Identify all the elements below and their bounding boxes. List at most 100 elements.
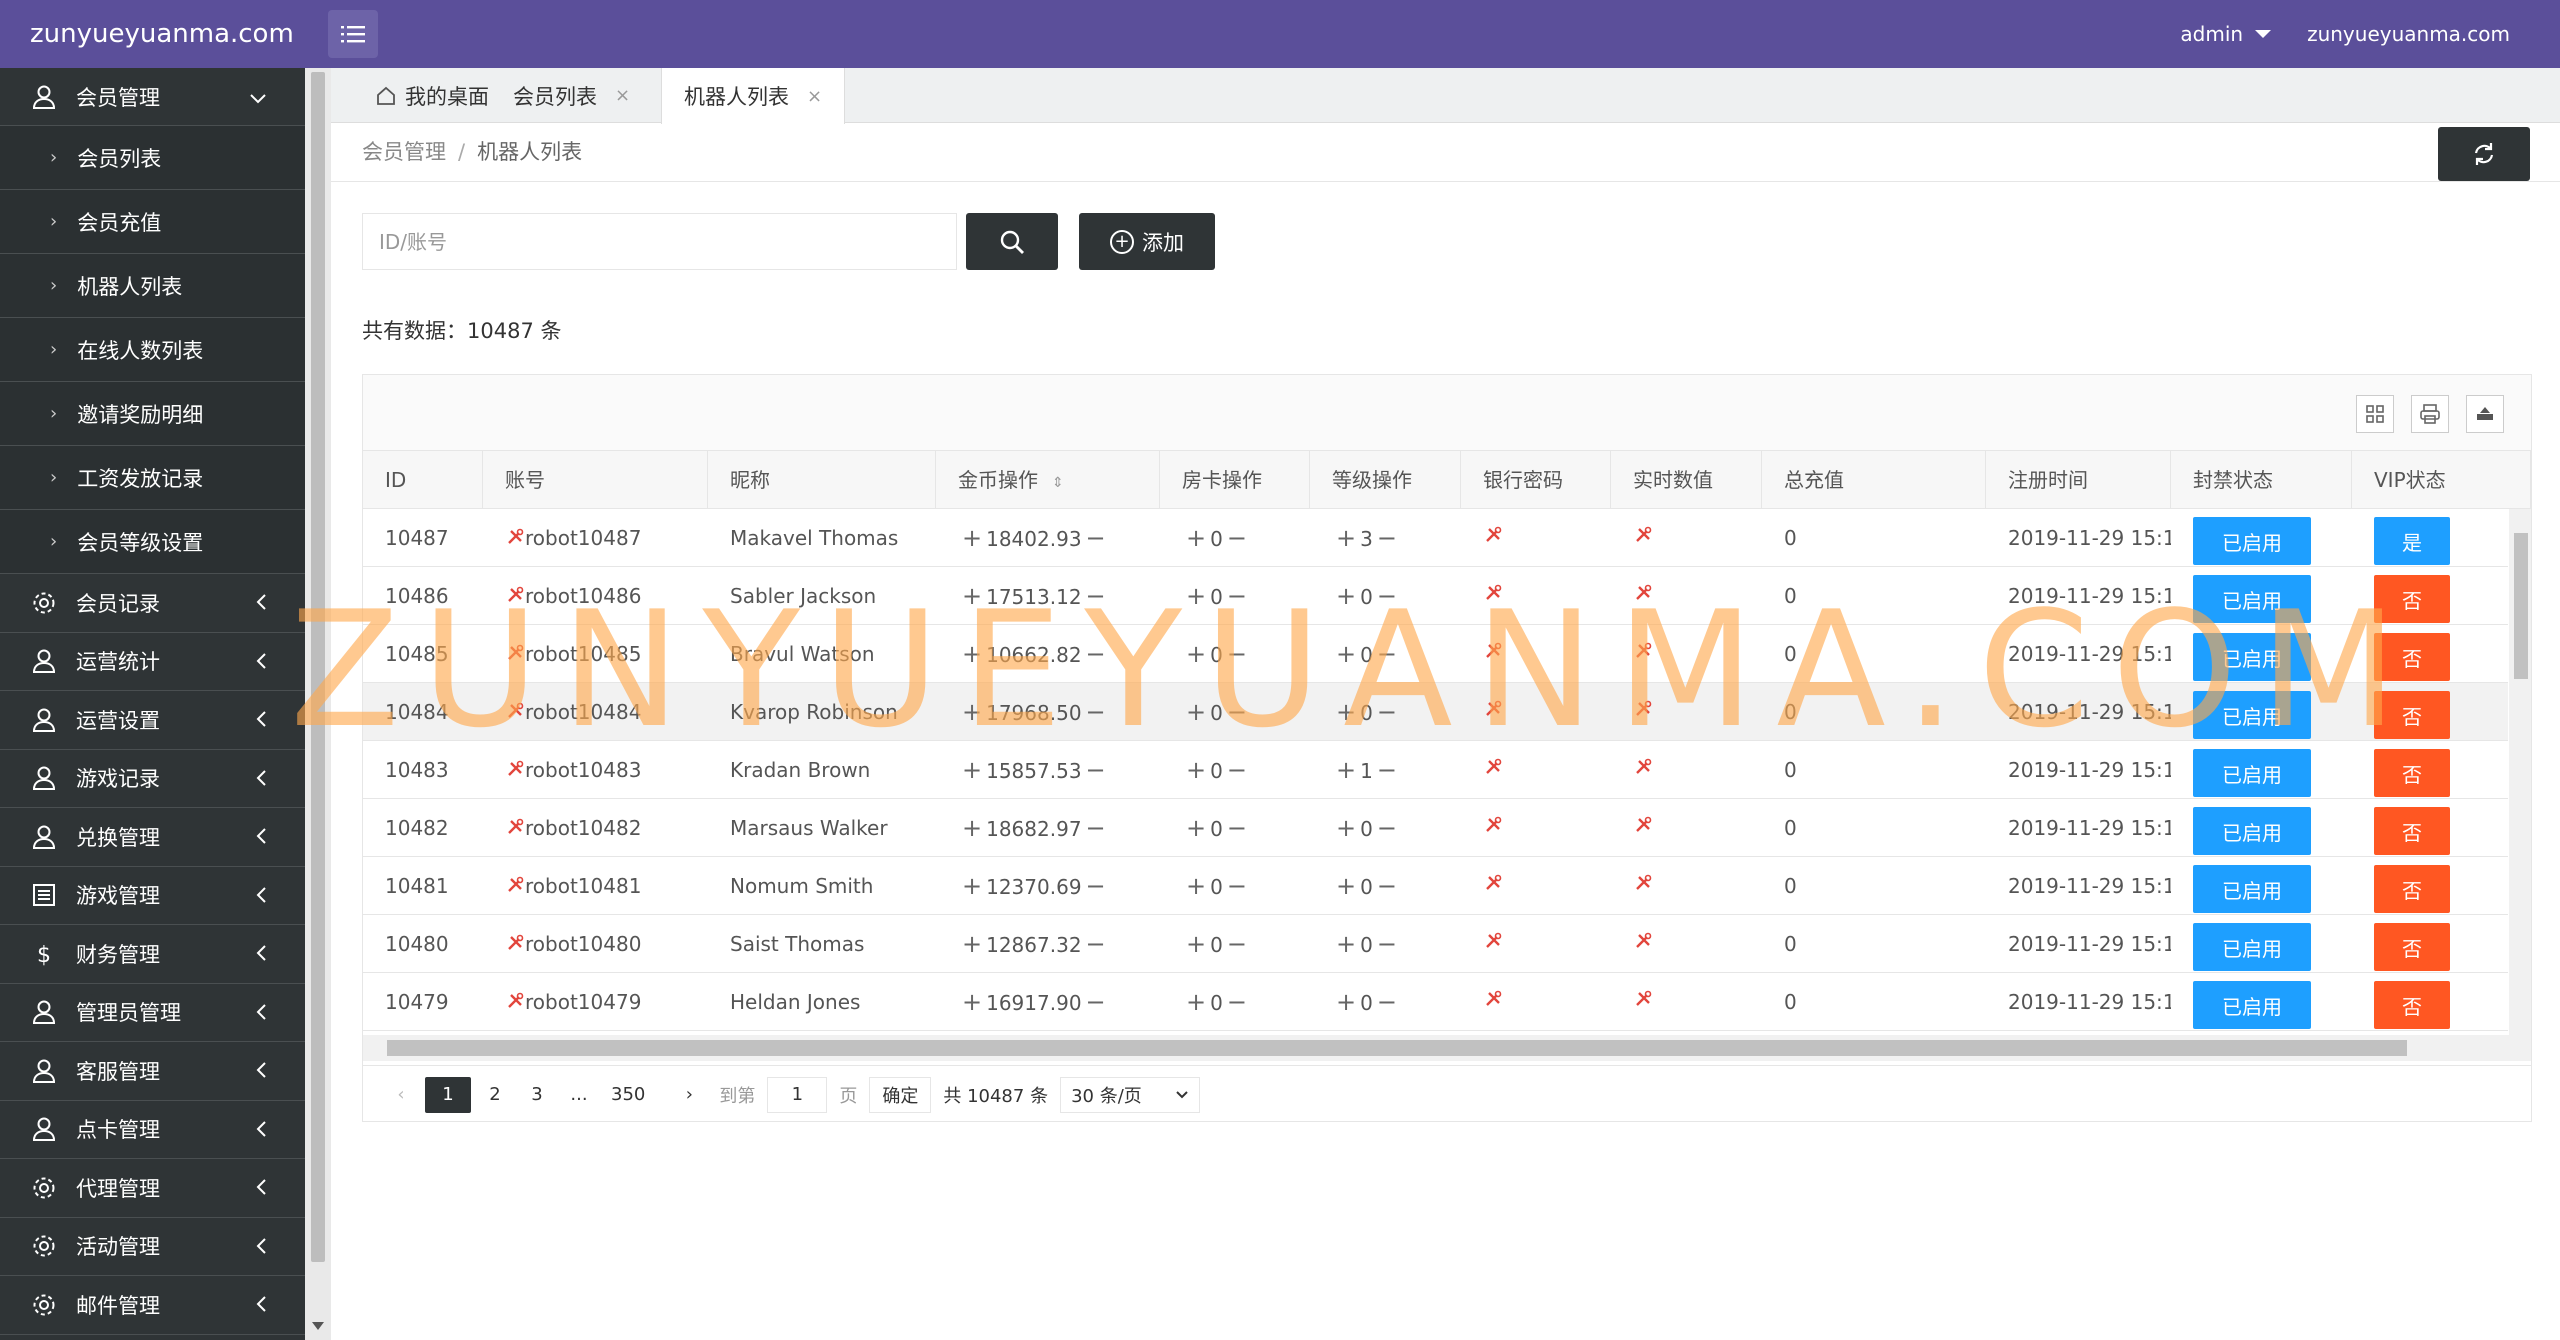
wrench-icon[interactable] <box>1633 526 1653 550</box>
wrench-icon[interactable] <box>1633 874 1653 898</box>
wrench-icon[interactable] <box>505 876 525 900</box>
sidebar-subitem[interactable]: › 工资发放记录 <box>0 446 305 510</box>
tab-robot-list[interactable]: 机器人列表 × <box>661 68 846 124</box>
wrench-icon[interactable] <box>505 760 525 784</box>
wrench-icon[interactable] <box>505 644 525 668</box>
plus-icon[interactable]: + <box>962 524 982 552</box>
plus-icon[interactable]: + <box>962 640 982 668</box>
wrench-icon[interactable] <box>1483 584 1503 608</box>
sidebar-group-member[interactable]: 会员管理 <box>0 68 305 126</box>
wrench-icon[interactable] <box>1483 932 1503 956</box>
vip-status-button[interactable]: 否 <box>2374 923 2450 971</box>
export-button[interactable] <box>2466 395 2504 433</box>
plus-icon[interactable]: + <box>1186 640 1206 668</box>
minus-icon[interactable]: − <box>1227 698 1247 726</box>
sidebar-group[interactable]: 管理员管理 <box>0 984 305 1042</box>
scroll-down-arrow-icon[interactable] <box>312 1322 324 1330</box>
plus-icon[interactable]: + <box>962 930 982 958</box>
page-3[interactable]: 3 <box>519 1077 555 1113</box>
wrench-icon[interactable] <box>1483 642 1503 666</box>
breadcrumb-parent[interactable]: 会员管理 <box>362 140 446 164</box>
plus-icon[interactable]: + <box>1186 756 1206 784</box>
ban-status-button[interactable]: 已启用 <box>2193 923 2311 971</box>
vip-status-button[interactable]: 是 <box>2374 517 2450 565</box>
plus-icon[interactable]: + <box>962 582 982 610</box>
wrench-icon[interactable] <box>1483 700 1503 724</box>
vip-status-button[interactable]: 否 <box>2374 633 2450 681</box>
per-page-select[interactable]: 30 条/页 <box>1060 1076 1201 1113</box>
minus-icon[interactable]: − <box>1377 930 1397 958</box>
plus-icon[interactable]: + <box>1336 814 1356 842</box>
ban-status-button[interactable]: 已启用 <box>2193 691 2311 739</box>
sidebar-group[interactable]: 会员记录 <box>0 574 305 633</box>
minus-icon[interactable]: − <box>1086 582 1106 610</box>
vip-status-button[interactable]: 否 <box>2374 981 2450 1029</box>
wrench-icon[interactable] <box>1633 584 1653 608</box>
refresh-button[interactable] <box>2438 127 2530 181</box>
wrench-icon[interactable] <box>1633 816 1653 840</box>
sidebar-subitem[interactable]: › 会员等级设置 <box>0 510 305 574</box>
minus-icon[interactable]: − <box>1227 988 1247 1016</box>
sidebar-group[interactable]: 点卡管理 <box>0 1101 305 1159</box>
sidebar-group[interactable]: 客服管理 <box>0 1042 305 1101</box>
plus-icon[interactable]: + <box>1336 988 1356 1016</box>
vip-status-button[interactable]: 否 <box>2374 865 2450 913</box>
sidebar-subitem[interactable]: › 会员充值 <box>0 190 305 254</box>
ban-status-button[interactable]: 已启用 <box>2193 981 2311 1029</box>
vip-status-button[interactable]: 否 <box>2374 749 2450 797</box>
site-link[interactable]: zunyueyuanma.com <box>2307 22 2510 46</box>
sidebar-group[interactable]: 游戏管理 <box>0 867 305 925</box>
minus-icon[interactable]: − <box>1086 756 1106 784</box>
plus-icon[interactable]: + <box>962 814 982 842</box>
page-confirm-button[interactable]: 确定 <box>869 1076 932 1113</box>
minus-icon[interactable]: − <box>1086 814 1106 842</box>
sidebar-group[interactable]: 运营统计 <box>0 633 305 691</box>
wrench-icon[interactable] <box>1483 816 1503 840</box>
menu-toggle-button[interactable] <box>328 10 378 58</box>
plus-icon[interactable]: + <box>1336 524 1356 552</box>
sidebar-group[interactable]: $ 财务管理 <box>0 925 305 984</box>
wrench-icon[interactable] <box>505 702 525 726</box>
minus-icon[interactable]: − <box>1227 524 1247 552</box>
minus-icon[interactable]: − <box>1377 524 1397 552</box>
columns-filter-button[interactable] <box>2356 395 2394 433</box>
add-button[interactable]: + 添加 <box>1079 213 1215 270</box>
wrench-icon[interactable] <box>1633 990 1653 1014</box>
minus-icon[interactable]: − <box>1377 756 1397 784</box>
print-button[interactable] <box>2411 395 2449 433</box>
plus-icon[interactable]: + <box>1336 698 1356 726</box>
wrench-icon[interactable] <box>505 818 525 842</box>
sidebar-subitem[interactable]: › 会员列表 <box>0 126 305 190</box>
minus-icon[interactable]: − <box>1086 872 1106 900</box>
plus-icon[interactable]: + <box>1186 524 1206 552</box>
wrench-icon[interactable] <box>505 992 525 1016</box>
search-button[interactable] <box>966 213 1058 270</box>
minus-icon[interactable]: − <box>1086 524 1106 552</box>
wrench-icon[interactable] <box>505 934 525 958</box>
ban-status-button[interactable]: 已启用 <box>2193 633 2311 681</box>
table-horizontal-scroll-thumb[interactable] <box>387 1040 2407 1056</box>
page-jump-input[interactable]: 1 <box>767 1076 828 1113</box>
sidebar-scroll-thumb[interactable] <box>311 72 325 1262</box>
wrench-icon[interactable] <box>505 586 525 610</box>
close-icon[interactable]: × <box>807 86 822 107</box>
close-icon[interactable]: × <box>615 85 630 106</box>
user-menu[interactable]: admin <box>2180 22 2272 46</box>
page-2[interactable]: 2 <box>477 1077 513 1113</box>
plus-icon[interactable]: + <box>1186 930 1206 958</box>
plus-icon[interactable]: + <box>1186 988 1206 1016</box>
wrench-icon[interactable] <box>1483 526 1503 550</box>
minus-icon[interactable]: − <box>1086 698 1106 726</box>
ban-status-button[interactable]: 已启用 <box>2193 865 2311 913</box>
plus-icon[interactable]: + <box>1336 582 1356 610</box>
minus-icon[interactable]: − <box>1227 872 1247 900</box>
minus-icon[interactable]: − <box>1377 582 1397 610</box>
minus-icon[interactable]: − <box>1086 640 1106 668</box>
plus-icon[interactable]: + <box>1336 930 1356 958</box>
vip-status-button[interactable]: 否 <box>2374 575 2450 623</box>
vip-status-button[interactable]: 否 <box>2374 691 2450 739</box>
wrench-icon[interactable] <box>1633 642 1653 666</box>
ban-status-button[interactable]: 已启用 <box>2193 517 2311 565</box>
sort-icon[interactable]: ⇕ <box>1052 475 1064 491</box>
plus-icon[interactable]: + <box>962 756 982 784</box>
